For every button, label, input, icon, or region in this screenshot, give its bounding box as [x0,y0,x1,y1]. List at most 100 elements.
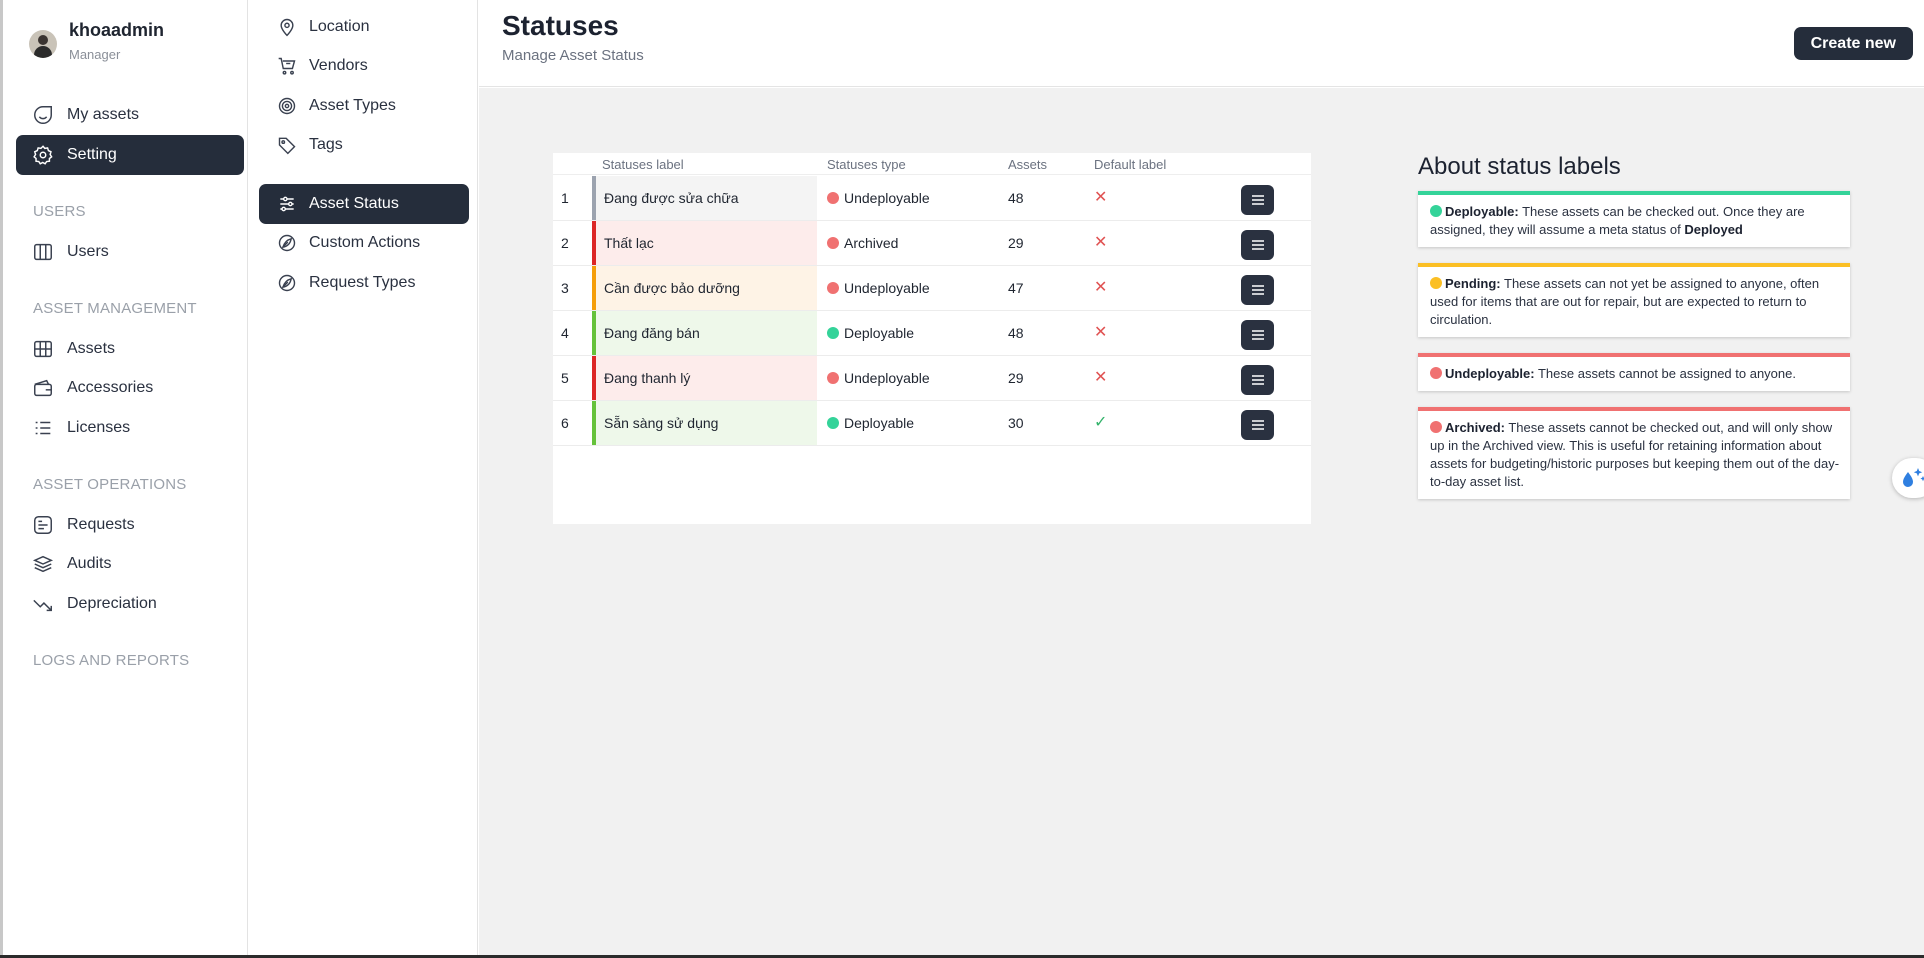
row-menu-button[interactable] [1241,320,1274,350]
row-number: 5 [561,370,569,386]
sidebar-item-depreciation[interactable]: Depreciation [16,584,244,624]
hamburger-menu-icon [1251,194,1265,206]
subnav-item-vendors[interactable]: Vendors [259,46,469,86]
sidebar-item-label: Assets [67,340,116,357]
profile-role: Manager [69,47,121,62]
subnav-item-label: Asset Types [309,97,396,114]
sidebar-item-label: My assets [67,106,140,123]
asset-count: 30 [1008,415,1024,431]
column-header-label[interactable]: Statuses label [602,157,684,172]
row-menu-button[interactable] [1241,275,1274,305]
status-color-dot [1430,421,1442,433]
subnav-item-tags[interactable]: Tags [259,125,469,165]
asset-count: 48 [1008,325,1024,341]
subnav-item-location[interactable]: Location [259,7,469,47]
gear-icon [32,144,54,166]
status-type-text: Archived [844,235,899,251]
about-title: About status labels [1418,153,1621,180]
status-type-cell: Undeployable [827,266,930,310]
hamburger-menu-icon [1251,284,1265,296]
asset-count: 48 [1008,190,1024,206]
status-name: Deployable: [1445,204,1519,219]
subnav-item-label: Custom Actions [309,234,421,251]
status-description: These assets cannot be assigned to anyon… [1537,366,1796,381]
subnav-item-asset-status[interactable]: Asset Status [259,184,469,224]
table-row[interactable]: 1 Đang được sửa chữa Undeployable 48 ✕ [553,176,1311,221]
row-number: 4 [561,325,569,341]
row-number: 6 [561,415,569,431]
subnav-item-asset-types[interactable]: Asset Types [259,86,469,126]
status-type-dot [827,237,839,249]
section-title-logs-and-reports[interactable]: LOGS AND REPORTS [33,652,189,669]
depreciation-icon [32,593,54,615]
asset-count: 29 [1008,235,1024,251]
sidebar-item-users[interactable]: Users [16,232,244,272]
default-label-indicator: ✓ [1094,414,1108,431]
subnav-item-request-types[interactable]: Request Types [259,263,469,303]
table-row[interactable]: 3 Cần được bảo dưỡng Undeployable 47 ✕ [553,266,1311,311]
subnav-item-custom-actions[interactable]: Custom Actions [259,223,469,263]
sidebar-item-setting[interactable]: Setting [16,135,244,175]
status-name: Pending: [1445,276,1501,291]
cart-icon [277,56,297,76]
row-menu-button[interactable] [1241,185,1274,215]
sidebar-item-my-assets[interactable]: My assets [16,95,244,135]
status-meta-name: Deployed [1684,222,1743,237]
table-row[interactable]: 2 Thất lạc Archived 29 ✕ [553,221,1311,266]
hamburger-menu-icon [1251,419,1265,431]
status-type-text: Undeployable [844,190,930,206]
status-info-card: Undeployable: These assets cannot be ass… [1418,353,1850,391]
column-header-type[interactable]: Statuses type [827,157,906,172]
status-label-cell: Đang thanh lý [592,356,817,400]
user-profile[interactable]: khoaadmin Manager [29,20,164,62]
table-row[interactable]: 4 Đang đăng bán Deployable 48 ✕ [553,311,1311,356]
sidebar-item-licenses[interactable]: Licenses [16,408,244,448]
status-type-dot [827,192,839,204]
row-number: 3 [561,280,569,296]
sidebar-item-assets[interactable]: Assets [16,329,244,369]
avatar [29,30,57,58]
licenses-icon [32,417,54,439]
status-type-dot [827,372,839,384]
status-label-cell: Thất lạc [592,221,817,265]
sidebar-item-audits[interactable]: Audits [16,544,244,584]
assistant-float-button[interactable] [1892,458,1924,498]
status-type-cell: Undeployable [827,356,930,400]
table-row[interactable]: 5 Đang thanh lý Undeployable 29 ✕ [553,356,1311,401]
sidebar-item-accessories[interactable]: Accessories [16,368,244,408]
default-label-indicator: ✕ [1094,279,1108,296]
status-type-dot [827,417,839,429]
status-type-text: Deployable [844,415,915,431]
users-icon [32,241,54,263]
row-menu-button[interactable] [1241,365,1274,395]
default-label-indicator: ✕ [1094,234,1108,251]
column-header-assets[interactable]: Assets [1008,157,1047,172]
settings-subnav: Location Vendors Asset Types Tags Asset … [249,0,478,958]
statuses-table: Statuses label Statuses type Assets Defa… [553,153,1311,524]
target-icon [277,96,297,116]
hamburger-menu-icon [1251,374,1265,386]
subnav-item-label: Request Types [309,274,416,291]
default-label-indicator: ✕ [1094,324,1108,341]
sidebar-item-requests[interactable]: Requests [16,505,244,545]
status-color-dot [1430,205,1442,217]
row-menu-button[interactable] [1241,230,1274,260]
table-header: Statuses label Statuses type Assets Defa… [553,153,1311,175]
section-title-asset-operations: ASSET OPERATIONS [33,476,187,493]
row-menu-button[interactable] [1241,410,1274,440]
column-header-default[interactable]: Default label [1094,157,1166,172]
create-new-button[interactable]: Create new [1793,27,1913,60]
location-icon [277,17,297,37]
asset-count: 29 [1008,370,1024,386]
audits-icon [32,553,54,575]
sidebar-item-label: Users [67,243,109,260]
sidebar-item-label: Licenses [67,419,131,436]
section-title-users: USERS [33,203,86,220]
status-type-cell: Archived [827,221,898,265]
status-info-card: Archived: These assets cannot be checked… [1418,407,1850,499]
leaf-icon [277,273,297,293]
sidebar-item-label: Audits [67,555,112,572]
default-label-indicator: ✕ [1094,369,1108,386]
table-row[interactable]: 6 Sẵn sàng sử dụng Deployable 30 ✓ [553,401,1311,446]
row-number: 1 [561,190,569,206]
